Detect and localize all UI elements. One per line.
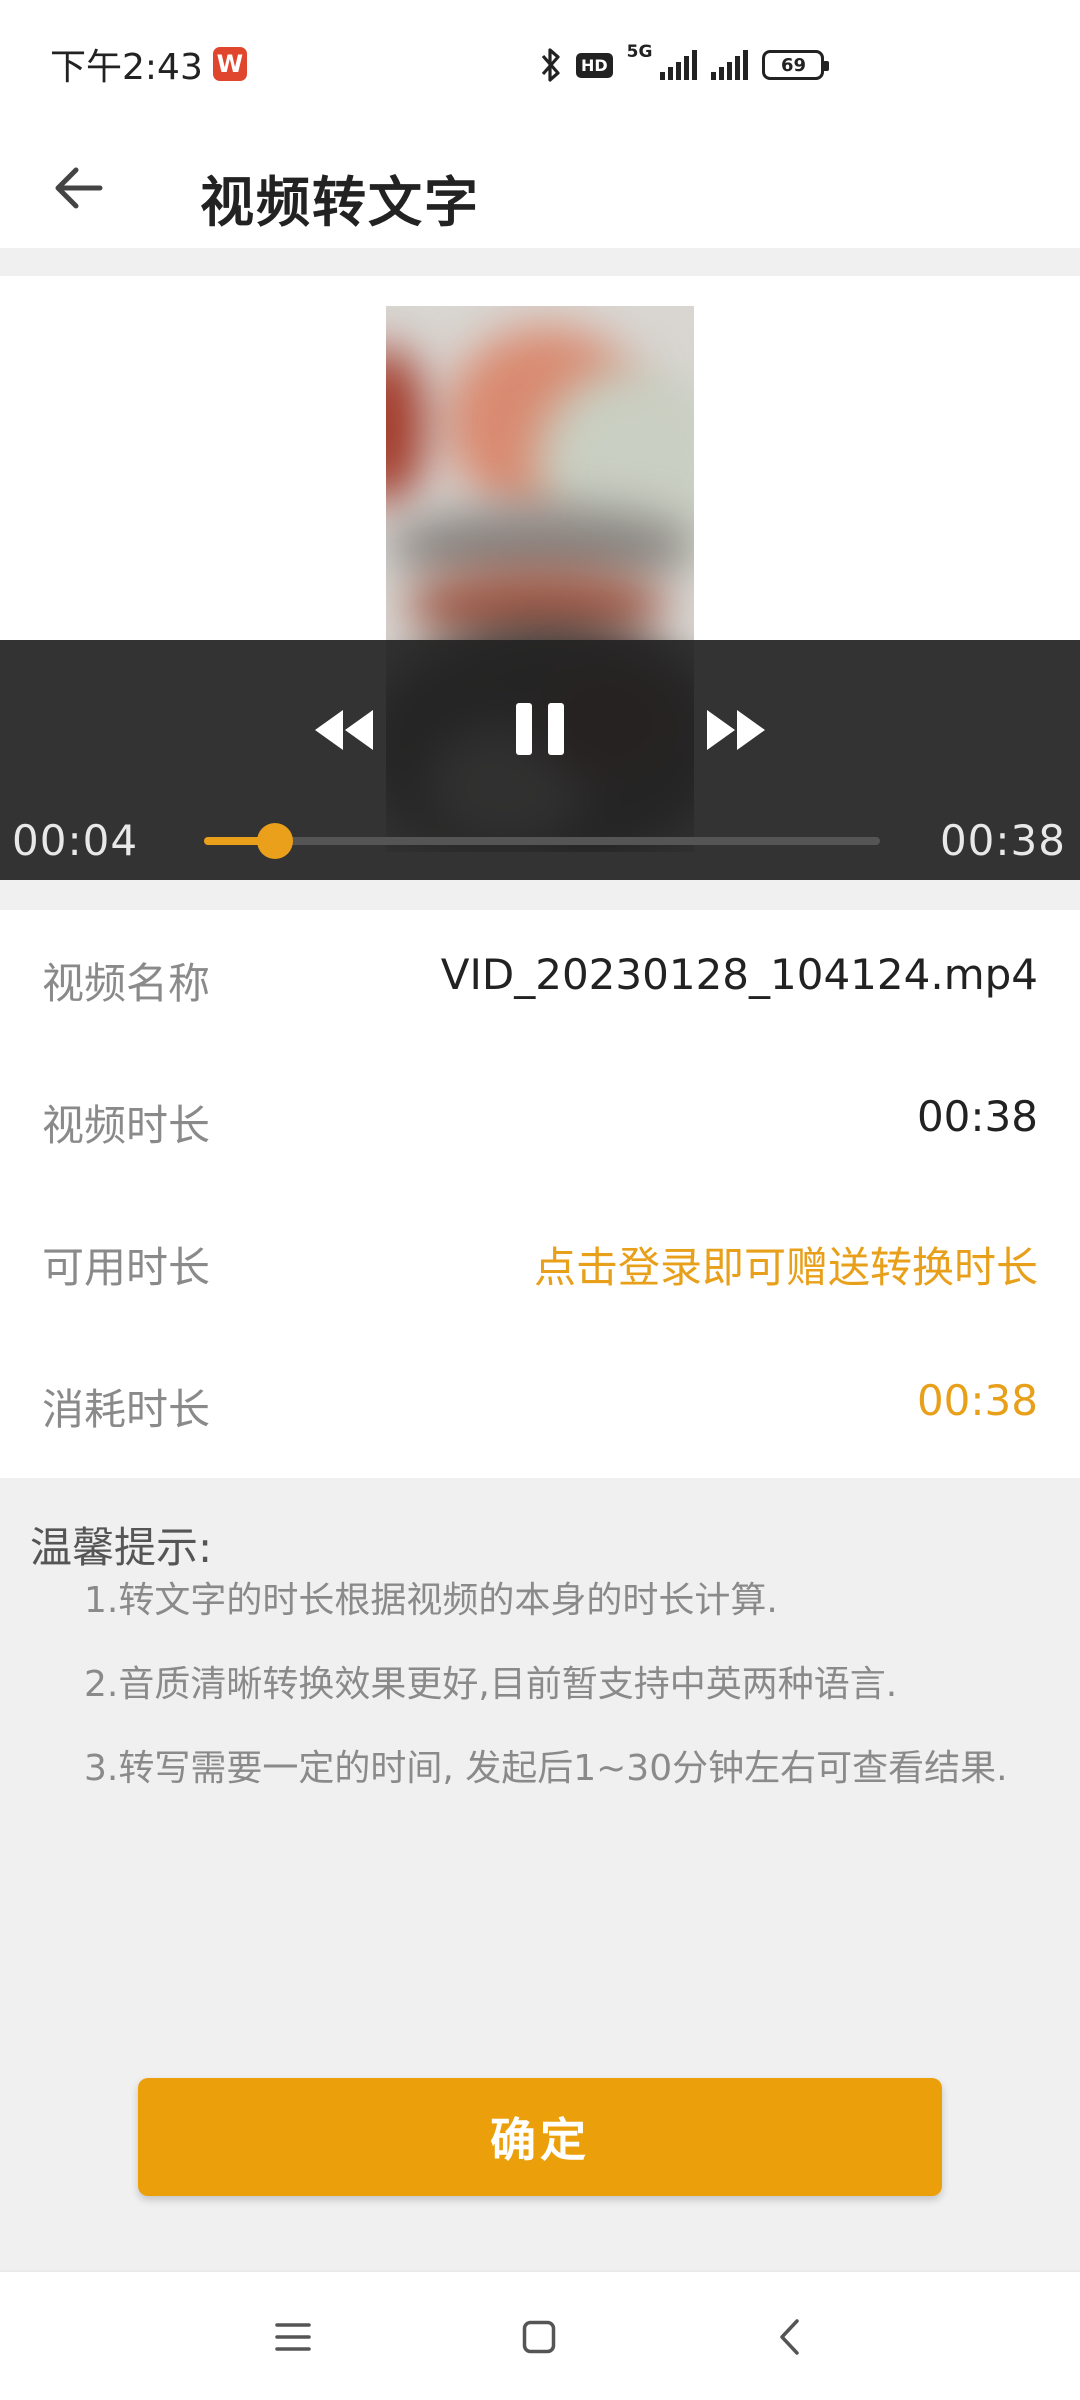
info-label: 视频名称: [42, 959, 211, 1008]
pause-icon: [516, 703, 564, 755]
rewind-button[interactable]: [302, 690, 386, 770]
app-notification-icon: W: [212, 47, 247, 81]
page-title: 视频转文字: [200, 171, 480, 234]
page: 下午2:43 W HD 5G 69 视频转文字 00:04 00:38 视频名称…: [0, 0, 1080, 2400]
rewind-icon: [315, 710, 373, 750]
divider: [0, 248, 1080, 276]
nav-back-button[interactable]: [744, 2292, 834, 2382]
arrow-left-icon: [55, 167, 103, 209]
battery-level: 69: [780, 54, 806, 76]
battery-icon: 69: [762, 50, 830, 80]
total-time: 00:38: [939, 816, 1066, 865]
status-indicators: HD 5G 69: [540, 40, 830, 90]
video-player[interactable]: 00:04 00:38: [0, 276, 1080, 880]
hd-icon: HD: [576, 52, 613, 78]
signal-icon-sim2: [711, 50, 749, 80]
signal-icon-sim1: [660, 50, 698, 80]
tip-item: 1.转文字的时长根据视频的本身的时长计算.: [84, 1580, 778, 1621]
tip-item: 2.音质清晰转换效果更好,目前暂支持中英两种语言.: [84, 1664, 898, 1705]
chevron-left-icon: [780, 2319, 799, 2355]
login-for-free-time-link[interactable]: 点击登录即可赠送转换时长: [534, 1234, 1038, 1295]
info-row-video-name: 视频名称 VID_20230128_104124.mp4: [0, 910, 1080, 1052]
fast-forward-icon: [707, 710, 765, 750]
info-row-available-time[interactable]: 可用时长 点击登录即可赠送转换时长: [0, 1194, 1080, 1336]
nav-home-button[interactable]: [494, 2292, 584, 2382]
tip-item: 3.转写需要一定的时间, 发起后1~30分钟左右可查看结果.: [84, 1748, 1008, 1789]
app-header: 视频转文字: [0, 128, 1080, 248]
progress-bar[interactable]: [204, 823, 880, 859]
pause-button[interactable]: [498, 684, 582, 774]
tips-section: 温馨提示: 1.转文字的时长根据视频的本身的时长计算. 2.音质清晰转换效果更好…: [0, 1478, 1080, 2270]
video-info: 视频名称 VID_20230128_104124.mp4 视频时长 00:38 …: [0, 910, 1080, 1478]
network-type: 5G: [626, 42, 653, 62]
menu-icon: [275, 2323, 311, 2351]
back-button[interactable]: [40, 150, 116, 226]
video-duration-value: 00:38: [916, 1092, 1038, 1141]
divider: [0, 880, 1080, 910]
progress-handle[interactable]: [256, 823, 293, 859]
info-label: 视频时长: [42, 1101, 211, 1150]
fast-forward-button[interactable]: [694, 690, 778, 770]
home-icon: [522, 2320, 556, 2354]
consumed-time-value: 00:38: [916, 1376, 1038, 1425]
status-time: 下午2:43: [50, 47, 203, 88]
tips-title: 温馨提示:: [30, 1523, 213, 1572]
bluetooth-icon: [541, 48, 560, 82]
info-label: 消耗时长: [42, 1385, 211, 1434]
info-row-video-duration: 视频时长 00:38: [0, 1052, 1080, 1194]
status-bar: 下午2:43 W HD 5G 69: [0, 0, 1080, 128]
info-label: 可用时长: [42, 1243, 211, 1292]
player-controls: 00:04 00:38: [0, 640, 1080, 880]
nav-menu-button[interactable]: [248, 2292, 338, 2382]
current-time: 00:04: [12, 816, 139, 865]
system-nav-bar: [0, 2270, 1080, 2400]
video-name-value: VID_20230128_104124.mp4: [440, 950, 1038, 999]
confirm-button[interactable]: 确定: [138, 2078, 942, 2196]
info-row-consumed-time: 消耗时长 00:38: [0, 1336, 1080, 1478]
